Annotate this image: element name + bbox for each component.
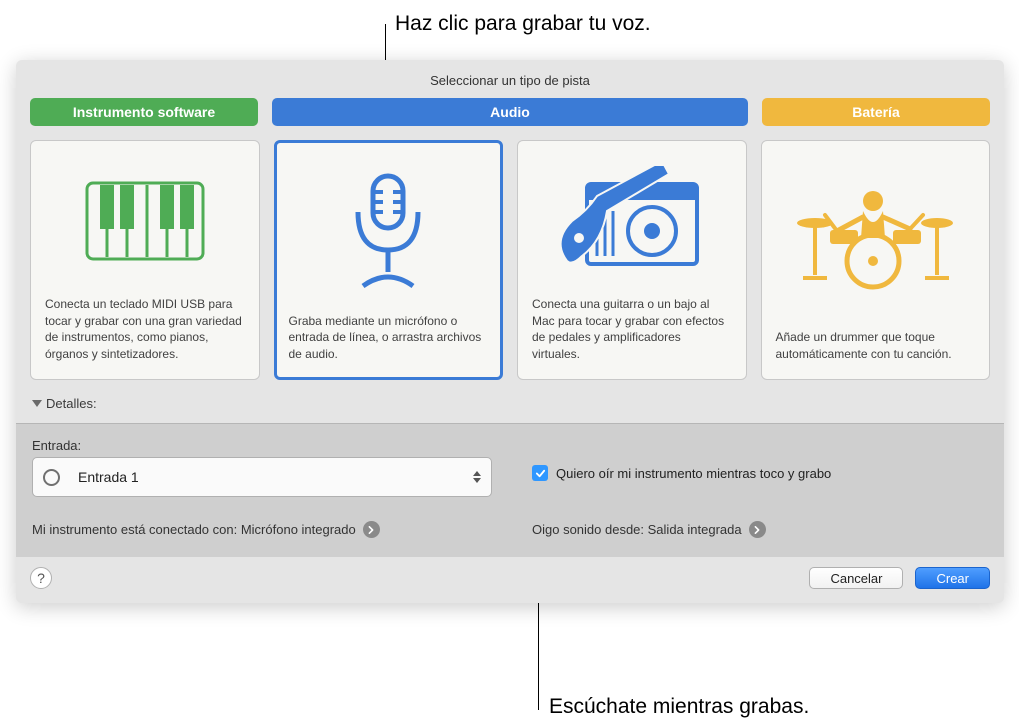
card-drummer[interactable]: Añade un drummer que toque automáticamen… [761,140,991,380]
cancel-button[interactable]: Cancelar [809,567,903,589]
track-type-tabs: Instrumento software Audio Batería [16,98,1004,126]
card-audio-guitar[interactable]: Conecta una guitarra o un bajo al Mac pa… [517,140,747,380]
track-type-cards: Conecta un teclado MIDI USB para tocar y… [16,126,1004,394]
details-panel: Entrada: Entrada 1 Quiero oír mi instrum… [16,423,1004,556]
dialog-footer: ? Cancelar Crear [16,556,1004,603]
card-description: Añade un drummer que toque automáticamen… [776,329,976,363]
monitor-checkbox-label: Quiero oír mi instrumento mientras toco … [556,466,831,481]
chevron-updown-icon [473,471,481,483]
tab-software-instrument[interactable]: Instrumento software [30,98,258,126]
track-type-dialog: Seleccionar un tipo de pista Instrumento… [16,60,1004,603]
input-label: Entrada: [32,438,988,453]
card-description: Conecta una guitarra o un bajo al Mac pa… [532,296,732,363]
disclosure-triangle-icon [32,400,42,407]
callout-record-voice: Haz clic para grabar tu voz. [395,12,651,36]
input-select[interactable]: Entrada 1 [32,457,492,497]
dialog-title: Seleccionar un tipo de pista [16,60,1004,98]
input-select-value: Entrada 1 [78,469,139,485]
create-button[interactable]: Crear [915,567,990,589]
details-disclosure[interactable]: Detalles: [16,394,1004,423]
microphone-icon [289,155,489,305]
output-label: Oigo sonido desde: Salida integrada [532,522,742,537]
details-label: Detalles: [46,396,97,411]
drummer-icon [776,155,976,321]
card-audio-microphone[interactable]: Graba mediante un micrófono o entrada de… [274,140,504,380]
input-channel-icon [43,469,60,486]
tab-drums[interactable]: Batería [762,98,990,126]
tab-audio[interactable]: Audio [272,98,748,126]
card-software-instrument[interactable]: Conecta un teclado MIDI USB para tocar y… [30,140,260,380]
keyboard-icon [45,155,245,288]
output-arrow[interactable] [749,521,766,538]
monitor-checkbox[interactable] [532,465,548,481]
instrument-connection-label: Mi instrumento está conectado con: Micró… [32,522,356,537]
card-description: Graba mediante un micrófono o entrada de… [289,313,489,363]
instrument-connection-arrow[interactable] [363,521,380,538]
callout-listen-while-recording: Escúchate mientras grabas. [549,695,809,719]
card-description: Conecta un teclado MIDI USB para tocar y… [45,296,245,363]
help-button[interactable]: ? [30,567,52,589]
guitar-amp-icon [532,155,732,288]
